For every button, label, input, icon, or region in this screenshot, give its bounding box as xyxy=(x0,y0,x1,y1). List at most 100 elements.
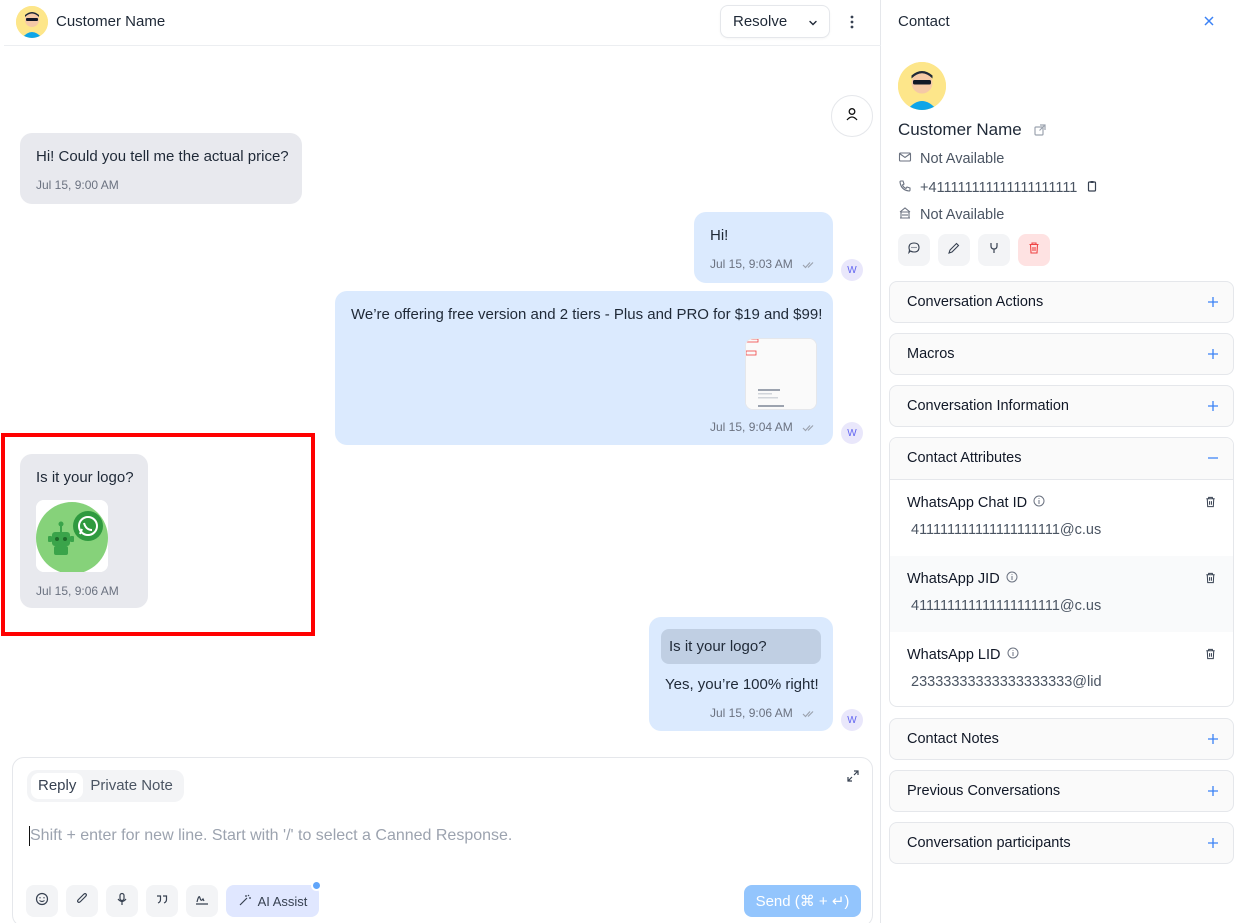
section-label: Conversation participants xyxy=(907,835,1071,851)
agent-avatar: W xyxy=(841,259,863,281)
minus-icon[interactable] xyxy=(1207,451,1219,469)
merge-contact-button[interactable] xyxy=(978,234,1010,266)
magic-wand-icon xyxy=(238,893,252,910)
contact-name: Customer Name xyxy=(898,120,1022,139)
panel-title: Contact xyxy=(898,13,950,30)
message-timestamp: Jul 15, 9:06 AM xyxy=(36,584,119,598)
plus-icon[interactable] xyxy=(1207,399,1219,417)
emoji-icon xyxy=(35,892,49,911)
trash-icon[interactable] xyxy=(1204,647,1217,666)
double-check-icon xyxy=(802,418,816,438)
section-conversation-participants[interactable]: Conversation participants xyxy=(889,822,1234,864)
building-icon xyxy=(898,206,912,224)
avatar[interactable] xyxy=(16,6,48,38)
info-icon[interactable] xyxy=(1006,571,1018,587)
signature-button[interactable] xyxy=(186,885,218,917)
attribute-label: WhatsApp LID xyxy=(907,647,1001,663)
contact-email: Not Available xyxy=(920,151,1005,167)
quoted-message[interactable]: Is it your logo? xyxy=(661,629,821,664)
microphone-icon xyxy=(115,892,129,911)
section-label: Contact Notes xyxy=(907,731,999,747)
section-conversation-actions[interactable]: Conversation Actions xyxy=(889,281,1234,323)
plus-icon[interactable] xyxy=(1207,295,1219,313)
chevron-down-icon[interactable] xyxy=(807,16,819,33)
info-icon[interactable] xyxy=(1007,647,1019,663)
record-audio-button[interactable] xyxy=(106,885,138,917)
message-bubble-outgoing: Hi! Jul 15, 9:03 AM xyxy=(694,212,833,283)
edit-contact-button[interactable] xyxy=(938,234,970,266)
expand-icon[interactable] xyxy=(846,769,860,788)
tab-private-note[interactable]: Private Note xyxy=(83,773,180,799)
conversation-pane: Customer Name Resolve Hi! Could you tell… xyxy=(0,0,881,923)
plus-icon[interactable] xyxy=(1207,784,1219,802)
send-button[interactable]: Send (⌘ + ↵) xyxy=(744,885,861,917)
user-icon xyxy=(845,107,859,126)
attribute-row: WhatsApp LID 23333333333333333333@lid xyxy=(890,632,1233,706)
plus-icon[interactable] xyxy=(1207,836,1219,854)
external-link-icon[interactable] xyxy=(1033,123,1047,142)
section-label: Previous Conversations xyxy=(907,783,1061,799)
contact-company-row: Not Available xyxy=(898,206,1004,224)
section-contact-notes[interactable]: Contact Notes xyxy=(889,718,1234,760)
message-meta: Jul 15, 9:06 AM xyxy=(710,703,816,724)
agent-avatar: W xyxy=(841,422,863,444)
ai-assist-button[interactable]: AI Assist xyxy=(226,885,319,917)
copy-icon[interactable] xyxy=(1085,179,1099,197)
image-attachment[interactable] xyxy=(36,500,108,572)
quoted-text: Is it your logo? xyxy=(669,638,767,655)
trash-icon[interactable] xyxy=(1204,571,1217,590)
phone-icon xyxy=(898,179,912,197)
info-icon[interactable] xyxy=(1033,495,1045,511)
contact-actions xyxy=(898,234,1050,266)
resolve-button[interactable]: Resolve xyxy=(720,5,830,38)
more-options-icon[interactable] xyxy=(842,12,862,32)
trash-icon[interactable] xyxy=(1204,495,1217,514)
message-timestamp: Jul 15, 9:06 AM xyxy=(710,706,793,720)
message-text: Hi! xyxy=(710,227,729,244)
message-input[interactable]: Shift + enter for new line. Start with '… xyxy=(29,826,849,846)
attribute-label: WhatsApp Chat ID xyxy=(907,495,1028,511)
message-timestamp: Jul 15, 9:00 AM xyxy=(36,178,119,192)
conversation-header: Customer Name Resolve xyxy=(4,0,881,46)
quote-icon xyxy=(155,892,169,911)
message-bubble-incoming: Is it your logo? Jul 15, 9:06 AM xyxy=(20,454,148,608)
attribute-label-row: WhatsApp LID xyxy=(907,647,1019,663)
new-message-button[interactable] xyxy=(898,234,930,266)
section-previous-conversations[interactable]: Previous Conversations xyxy=(889,770,1234,812)
image-attachment[interactable] xyxy=(745,338,817,410)
agent-avatar: W xyxy=(841,709,863,731)
message-bubble-outgoing: We’re offering free version and 2 tiers … xyxy=(335,291,833,445)
close-icon[interactable] xyxy=(1202,14,1216,33)
section-macros[interactable]: Macros xyxy=(889,333,1234,375)
contact-email-row: Not Available xyxy=(898,150,1004,168)
section-header[interactable]: Contact Attributes xyxy=(890,438,1233,480)
plus-icon[interactable] xyxy=(1207,732,1219,750)
paperclip-icon xyxy=(75,892,89,911)
attach-button[interactable] xyxy=(66,885,98,917)
message-bubble-outgoing: Is it your logo? Yes, you’re 100% right!… xyxy=(649,617,833,731)
chat-icon xyxy=(907,241,921,260)
message-timestamp: Jul 15, 9:04 AM xyxy=(710,420,793,434)
attribute-label-row: WhatsApp JID xyxy=(907,571,1018,587)
mail-icon xyxy=(898,150,912,168)
message-bubble-incoming: Hi! Could you tell me the actual price? … xyxy=(20,133,302,204)
message-text: We’re offering free version and 2 tiers … xyxy=(351,306,823,323)
assign-agent-button[interactable] xyxy=(831,95,873,137)
emoji-button[interactable] xyxy=(26,885,58,917)
section-label: Conversation Information xyxy=(907,398,1069,414)
attribute-value: 411111111111111111111@c.us xyxy=(911,598,1102,614)
double-check-icon xyxy=(802,255,816,275)
attribute-value: 411111111111111111111@c.us xyxy=(911,522,1102,538)
section-conversation-information[interactable]: Conversation Information xyxy=(889,385,1234,427)
quote-button[interactable] xyxy=(146,885,178,917)
delete-contact-button[interactable] xyxy=(1018,234,1050,266)
double-check-icon xyxy=(802,704,816,724)
contact-avatar xyxy=(898,62,946,110)
delete-icon xyxy=(1027,241,1041,260)
plus-icon[interactable] xyxy=(1207,347,1219,365)
attribute-label-row: WhatsApp Chat ID xyxy=(907,495,1045,511)
section-label: Macros xyxy=(907,346,955,362)
tab-reply[interactable]: Reply xyxy=(31,773,84,799)
reply-mode-tabs: Reply Private Note xyxy=(27,770,184,802)
message-timestamp: Jul 15, 9:03 AM xyxy=(710,257,793,271)
